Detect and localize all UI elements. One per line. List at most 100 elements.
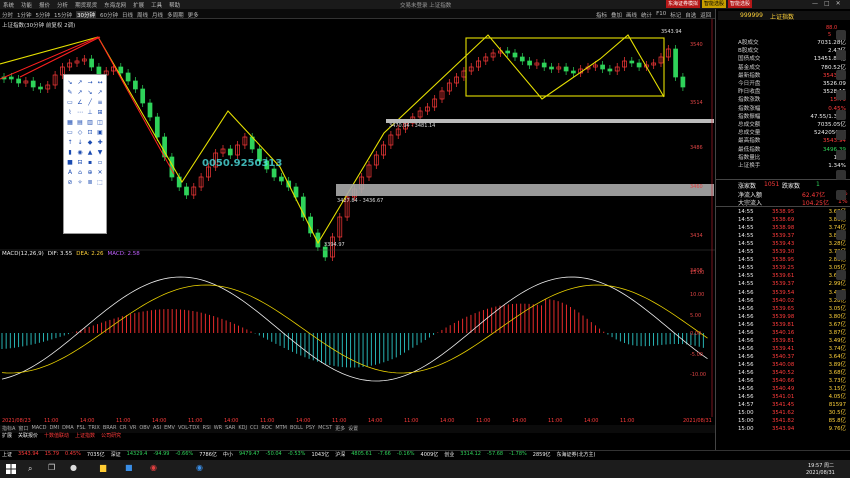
drawing-tool-icon[interactable]: ∠: [76, 99, 84, 107]
period-tab[interactable]: 15分钟: [54, 11, 72, 19]
drawing-toolbox[interactable]: ↘ ↗ → ↔ ✎ ↗ ↘ ↗ ▭ ∠ ╱ ≡ ⌇ ⋯ ⊥ ⊞ ▦ ▤ ▥ ◫ ▭ ◇ ⊡ ▣ ↑ ↓ ◆ ✚ ▮ ◉ ▲ ▼ ■ ⊟ ▪ ▫ A ⌂ ⊕ ✕…: [63, 74, 107, 234]
menu-item-function[interactable]: 功能: [21, 1, 32, 9]
drawing-tool-icon[interactable]: ◆: [86, 139, 94, 147]
drawing-tool-icon[interactable]: ▫: [96, 159, 104, 167]
drawing-tool-icon[interactable]: ↔: [96, 79, 104, 87]
drawing-tool-icon[interactable]: ⌇: [66, 109, 74, 117]
drawing-tool-icon[interactable]: ⬚: [96, 179, 104, 187]
period-tab[interactable]: 60分钟: [100, 11, 118, 19]
drawing-tool-icon[interactable]: ⌂: [76, 169, 84, 177]
drawing-tool-icon[interactable]: A: [66, 169, 74, 177]
drawing-tool-icon[interactable]: →: [86, 79, 94, 87]
period-tab[interactable]: 分时: [2, 11, 13, 19]
drawing-tool-icon[interactable]: ≡: [96, 99, 104, 107]
drawing-tool-icon[interactable]: ▮: [66, 149, 74, 157]
side-tool-icon[interactable]: [836, 70, 846, 80]
chart-tool-item[interactable]: 叠加: [611, 11, 622, 19]
main-chart[interactable]: [0, 19, 715, 417]
drawing-tool-icon[interactable]: ⋯: [76, 109, 84, 117]
side-tool-icon[interactable]: [836, 170, 846, 180]
side-tool-icon[interactable]: [836, 130, 846, 140]
drawing-tool-icon[interactable]: ▭: [66, 129, 74, 137]
drawing-tool-icon[interactable]: ≣: [86, 179, 94, 187]
menu-item-system[interactable]: 系统: [3, 1, 14, 9]
chart-tool-item[interactable]: 统计: [641, 11, 652, 19]
info-research[interactable]: 公司研究: [101, 432, 121, 441]
period-tab[interactable]: 日线: [122, 11, 133, 19]
drawing-tool-icon[interactable]: ◉: [76, 149, 84, 157]
drawing-tool-icon[interactable]: ⊕: [86, 169, 94, 177]
drawing-tool-icon[interactable]: ↑: [66, 139, 74, 147]
drawing-tool-icon[interactable]: ▲: [86, 149, 94, 157]
drawing-tool-icon[interactable]: ╱: [86, 99, 94, 107]
index-name[interactable]: 中小: [223, 451, 233, 458]
menu-item-futures[interactable]: 期货现货: [75, 1, 97, 9]
drawing-tool-icon[interactable]: ▣: [96, 129, 104, 137]
side-tool-icon[interactable]: [836, 90, 846, 100]
side-tool-icon[interactable]: [836, 190, 846, 200]
period-tab[interactable]: 周线: [137, 11, 148, 19]
explorer-icon[interactable]: ▆: [100, 463, 106, 472]
index-name[interactable]: 上证: [2, 451, 12, 458]
drawing-tool-icon[interactable]: ⊘: [66, 179, 74, 187]
period-tab[interactable]: 更多: [188, 11, 199, 19]
drawing-tool-icon[interactable]: ✕: [96, 169, 104, 177]
period-tab[interactable]: 多周期: [167, 11, 184, 19]
period-tab[interactable]: 5分钟: [36, 11, 51, 19]
minimize-icon[interactable]: —: [812, 0, 818, 7]
drawing-tool-icon[interactable]: ↘: [86, 89, 94, 97]
side-tool-icon[interactable]: [836, 150, 846, 160]
close-icon[interactable]: ✕: [836, 0, 841, 7]
app-icon-2[interactable]: ◉: [196, 463, 203, 472]
edge-icon[interactable]: ●: [70, 463, 77, 472]
maximize-icon[interactable]: □: [824, 0, 830, 7]
menu-item-quote[interactable]: 报价: [39, 1, 50, 9]
drawing-tool-icon[interactable]: ◫: [96, 119, 104, 127]
info-related[interactable]: 关联报价: [18, 432, 38, 441]
chart-tool-item[interactable]: 指标: [596, 11, 607, 19]
chart-tool-item[interactable]: 标记: [670, 11, 681, 19]
drawing-tool-icon[interactable]: ▼: [96, 149, 104, 157]
menu-item-help[interactable]: 帮助: [169, 1, 180, 9]
side-tool-icon[interactable]: [836, 30, 846, 40]
side-tool-icon[interactable]: [836, 210, 846, 220]
side-tool-icon[interactable]: [836, 250, 846, 260]
drawing-tool-icon[interactable]: ■: [66, 159, 74, 167]
drawing-tool-icon[interactable]: ⊟: [76, 159, 84, 167]
drawing-tool-icon[interactable]: ◇: [76, 129, 84, 137]
chart-tool-item[interactable]: 返回: [700, 11, 711, 19]
drawing-tool-icon[interactable]: ▦: [66, 119, 74, 127]
index-name[interactable]: 创业: [444, 451, 454, 458]
drawing-tool-icon[interactable]: ↗: [96, 89, 104, 97]
side-tool-icon[interactable]: [836, 290, 846, 300]
menu-item-analysis[interactable]: 分析: [57, 1, 68, 9]
browser-icon[interactable]: ◉: [150, 463, 157, 472]
windows-start-icon[interactable]: [6, 464, 16, 474]
drawing-tool-icon[interactable]: ▭: [66, 99, 74, 107]
period-tab[interactable]: 30分钟: [76, 11, 97, 19]
index-name[interactable]: 深证: [111, 451, 121, 458]
period-tab[interactable]: 月线: [152, 11, 163, 19]
search-icon[interactable]: ⌕: [28, 464, 32, 474]
simulate-button[interactable]: 东海证券模拟: [666, 0, 701, 8]
drawing-tool-icon[interactable]: ↗: [76, 89, 84, 97]
menu-item-donghai[interactable]: 东海龙网: [104, 1, 126, 9]
side-tool-icon[interactable]: [836, 50, 846, 60]
period-tab[interactable]: 1分钟: [17, 11, 32, 19]
drawing-tool-icon[interactable]: ⊥: [86, 109, 94, 117]
smart-select-button-2[interactable]: 智能选股: [728, 0, 753, 8]
side-tool-icon[interactable]: [836, 230, 846, 240]
info-extend[interactable]: 扩展: [2, 432, 12, 441]
menu-item-tools[interactable]: 工具: [151, 1, 162, 9]
drawing-tool-icon[interactable]: ↘: [66, 79, 74, 87]
menu-item-extend[interactable]: 扩展: [133, 1, 144, 9]
task-view-icon[interactable]: ❐: [48, 463, 55, 472]
drawing-tool-icon[interactable]: ⊞: [96, 109, 104, 117]
chart-tool-item[interactable]: F10: [656, 11, 666, 19]
drawing-tool-icon[interactable]: ▪: [86, 159, 94, 167]
chart-tool-item[interactable]: 自选: [685, 11, 696, 19]
info-linkage[interactable]: 十数值联动: [44, 432, 69, 441]
drawing-tool-icon[interactable]: ↓: [76, 139, 84, 147]
side-tool-icon[interactable]: [836, 270, 846, 280]
drawing-tool-icon[interactable]: ✚: [96, 139, 104, 147]
